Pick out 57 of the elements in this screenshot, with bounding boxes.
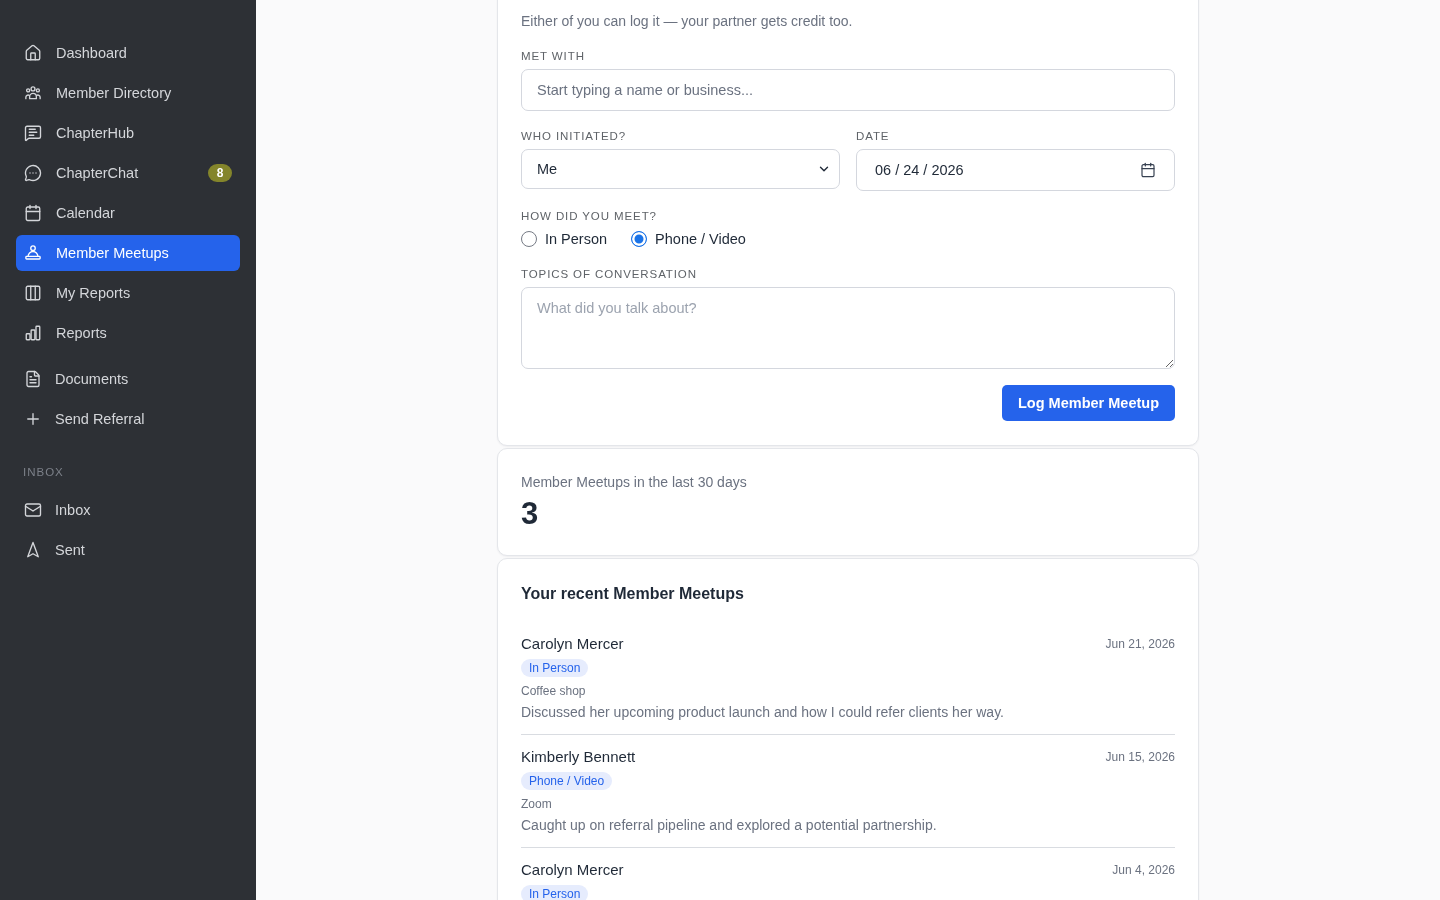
meetup-date: Jun 15, 2026 [1105, 749, 1175, 765]
field-label: HOW DID YOU MEET? [521, 209, 658, 224]
mail-icon [24, 501, 42, 519]
meetup-date: Jun 4, 2026 [1112, 862, 1175, 878]
field-label: MET WITH [521, 49, 586, 64]
radio-label[interactable]: Phone / Video [655, 231, 746, 247]
plus-icon [24, 410, 42, 428]
method-badge: Phone / Video [521, 772, 613, 790]
method-badge: In Person [521, 659, 589, 677]
field-label: WHO INITIATED? [521, 129, 628, 144]
nav-item[interactable]: Documents [16, 361, 240, 397]
person-at-table-icon [24, 244, 42, 262]
bar-chart-icon [24, 324, 42, 342]
columns-icon [24, 284, 42, 302]
calendar-icon [24, 204, 42, 222]
member-name: Kimberly Bennett [521, 747, 636, 767]
nav-item[interactable]: Sent [16, 532, 240, 568]
method-badge: In Person [521, 885, 589, 900]
member-name: Carolyn Mercer [521, 860, 624, 880]
nav-item[interactable]: Dashboard [16, 35, 240, 71]
nav-item[interactable]: Send Referral [16, 401, 240, 437]
card-title: Your recent Member Meetups [521, 584, 745, 604]
stat-label: Member Meetups in the last 30 days [521, 473, 748, 492]
radio-button[interactable] [631, 231, 648, 247]
meetup-location: Zoom [521, 796, 553, 812]
meetup-location: Coffee shop [521, 683, 587, 699]
nav-item[interactable]: Inbox [16, 492, 240, 528]
meetup-notes: Discussed her upcoming product launch and how I could refer clients her way. [521, 703, 1005, 722]
submit-button[interactable]: Log Member Meetup [1002, 385, 1175, 421]
date-field[interactable]: 06 / 24 / 2026 [856, 149, 1175, 191]
nav-item[interactable]: Reports [16, 315, 240, 351]
count-badge: 8 [208, 164, 232, 182]
nav-item[interactable]: ChapterChat 8 [16, 155, 240, 191]
meetup-notes: Caught up on referral pipeline and explored a potential partnership. [521, 816, 938, 835]
radio-button[interactable] [521, 231, 537, 247]
nav-item[interactable]: My Reports [16, 275, 240, 311]
select-field[interactable]: Me [521, 149, 840, 189]
home-icon [24, 44, 42, 62]
section-heading: INBOX [22, 465, 65, 480]
stat-value: 3 [521, 496, 540, 532]
textarea-field[interactable]: What did you talk about? [521, 287, 1175, 369]
chat-bubble-icon [24, 164, 42, 182]
meetup-date: Jun 21, 2026 [1105, 636, 1175, 652]
radio-label[interactable]: In Person [545, 231, 608, 247]
nav-item[interactable]: Calendar [16, 195, 240, 231]
nav-item[interactable]: Member Meetups [16, 235, 240, 271]
navigation-arrow-icon [24, 541, 42, 559]
nav-item[interactable]: Member Directory [16, 75, 240, 111]
input-field[interactable]: Start typing a name or business... [521, 69, 1175, 111]
field-label: TOPICS OF CONVERSATION [521, 267, 698, 282]
calendar-icon [1140, 162, 1156, 178]
nav-item[interactable]: ChapterHub [16, 115, 240, 151]
card-subtitle: Either of you can log it — your partner gets credit too. [521, 12, 854, 31]
member-name: Carolyn Mercer [521, 634, 624, 654]
document-icon [24, 370, 42, 388]
field-label: DATE [856, 129, 891, 144]
people-group-icon [24, 84, 42, 102]
